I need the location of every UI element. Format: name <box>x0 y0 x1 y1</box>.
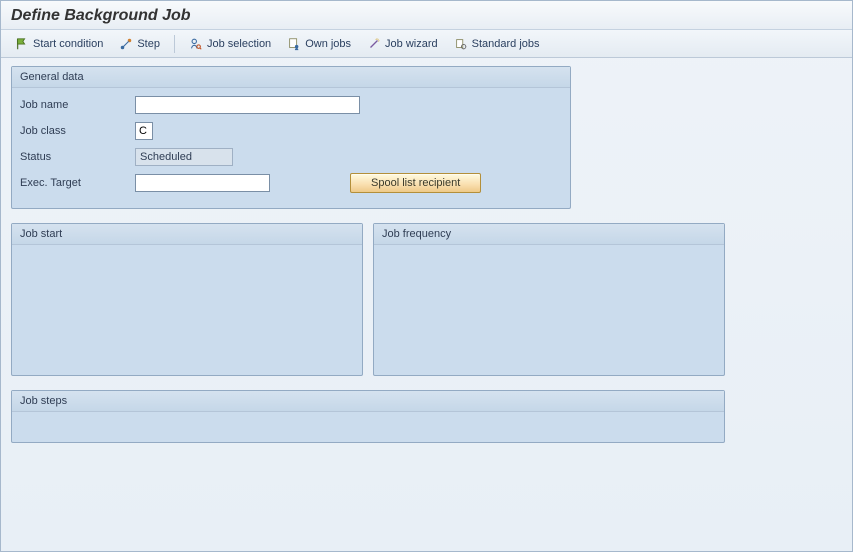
job-class-input[interactable] <box>135 122 153 140</box>
job-selection-label: Job selection <box>207 38 271 50</box>
job-name-label: Job name <box>20 99 135 111</box>
job-frequency-group: Job frequency <box>373 223 725 376</box>
document-person-icon <box>287 37 301 51</box>
standard-jobs-label: Standard jobs <box>472 38 540 50</box>
gear-document-icon <box>454 37 468 51</box>
job-selection-button[interactable]: Job selection <box>183 35 277 53</box>
separator <box>174 35 175 53</box>
status-label: Status <box>20 151 135 163</box>
app-window: Define Background Job Start condition St… <box>0 0 853 552</box>
job-frequency-title: Job frequency <box>374 224 724 245</box>
job-start-group: Job start <box>11 223 363 376</box>
step-button[interactable]: Step <box>113 35 166 53</box>
standard-jobs-button[interactable]: Standard jobs <box>448 35 546 53</box>
toolbar: Start condition Step Job selection Own j… <box>1 30 852 58</box>
job-class-label: Job class <box>20 125 135 137</box>
page-title: Define Background Job <box>1 1 852 30</box>
step-label: Step <box>137 38 160 50</box>
status-value: Scheduled <box>135 148 233 166</box>
start-condition-button[interactable]: Start condition <box>9 35 109 53</box>
exec-target-input[interactable] <box>135 174 270 192</box>
general-data-title: General data <box>12 67 570 88</box>
job-wizard-button[interactable]: Job wizard <box>361 35 444 53</box>
person-search-icon <box>189 37 203 51</box>
job-steps-group: Job steps <box>11 390 725 443</box>
start-condition-label: Start condition <box>33 38 103 50</box>
general-data-group: General data Job name Job class Status S… <box>11 66 571 209</box>
spool-list-recipient-button[interactable]: Spool list recipient <box>350 173 481 193</box>
job-wizard-label: Job wizard <box>385 38 438 50</box>
exec-target-label: Exec. Target <box>20 177 135 189</box>
own-jobs-button[interactable]: Own jobs <box>281 35 357 53</box>
job-start-title: Job start <box>12 224 362 245</box>
wand-icon <box>367 37 381 51</box>
job-steps-title: Job steps <box>12 391 724 412</box>
step-icon <box>119 37 133 51</box>
content-area: General data Job name Job class Status S… <box>1 58 852 465</box>
own-jobs-label: Own jobs <box>305 38 351 50</box>
job-name-input[interactable] <box>135 96 360 114</box>
flag-icon <box>15 37 29 51</box>
